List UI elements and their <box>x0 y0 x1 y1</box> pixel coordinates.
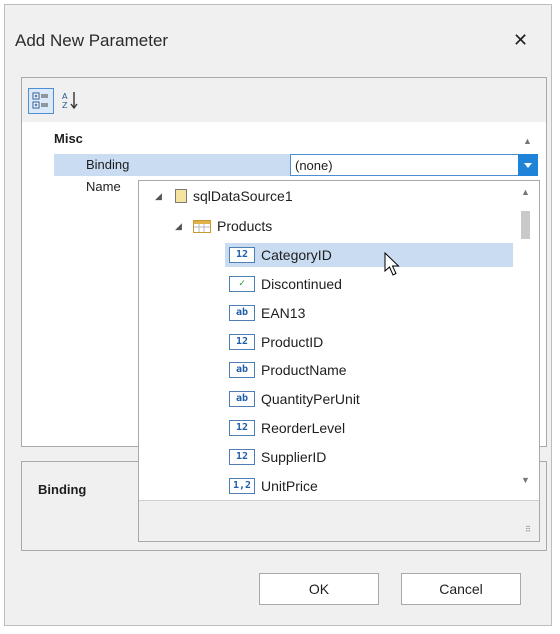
mouse-cursor-icon <box>384 252 400 276</box>
field-label: ProductID <box>261 334 324 350</box>
field-label: EAN13 <box>261 305 306 321</box>
popup-scrollbar[interactable]: ▲ ▼ <box>516 185 534 493</box>
scroll-up-icon[interactable]: ▲ <box>523 136 532 146</box>
tree-node-field[interactable]: ab EAN13 <box>225 301 513 325</box>
sort-alphabetical-icon: A Z <box>62 92 78 110</box>
boolean-type-icon: ✓ <box>229 276 255 292</box>
dropdown-button[interactable] <box>518 154 538 176</box>
collapse-icon[interactable]: ◢ <box>175 214 182 238</box>
database-icon <box>175 189 187 203</box>
property-name: Binding <box>54 154 290 176</box>
ok-button[interactable]: OK <box>259 573 379 605</box>
categorized-view-icon <box>32 92 48 109</box>
property-grid-toolbar: A Z <box>22 78 546 122</box>
popup-footer: ⠿ <box>139 500 539 541</box>
field-label: SupplierID <box>261 449 327 465</box>
scroll-down-icon[interactable]: ▼ <box>521 475 530 485</box>
numeric-type-icon: 12 <box>229 334 255 350</box>
tree-node-label: sqlDataSource1 <box>193 188 293 204</box>
dialog-title: Add New Parameter <box>15 31 169 50</box>
field-list-popup: ◢ sqlDataSource1 ◢ Products 12 CategoryI… <box>138 180 540 542</box>
svg-text:Z: Z <box>62 101 68 110</box>
field-label: UnitPrice <box>261 478 318 494</box>
field-label: ProductName <box>261 362 347 378</box>
category-label: Misc <box>54 131 83 146</box>
numeric-type-icon: 12 <box>229 247 255 263</box>
numeric-type-icon: 12 <box>229 449 255 465</box>
close-icon[interactable]: ✕ <box>513 31 528 49</box>
decimal-type-icon: 1,2 <box>229 478 255 494</box>
tree-node-label: Products <box>217 218 273 234</box>
resize-grip-icon[interactable]: ⠿ <box>525 526 535 537</box>
field-label: Discontinued <box>261 276 342 292</box>
categorized-view-button[interactable] <box>28 88 54 114</box>
scrollbar-thumb[interactable] <box>521 211 530 239</box>
svg-text:A: A <box>62 92 68 101</box>
tree-node-field[interactable]: 12 CategoryID <box>225 243 513 267</box>
binding-value-editor[interactable]: (none) <box>290 154 538 176</box>
tree-node-field[interactable]: 1,2 UnitPrice <box>225 474 513 498</box>
tree-node-table[interactable]: ◢ Products <box>153 214 523 238</box>
field-label: ReorderLevel <box>261 420 346 436</box>
description-title: Binding <box>38 482 87 497</box>
tree-node-field[interactable]: ab ProductName <box>225 358 513 382</box>
category-row[interactable]: Misc ▲ <box>30 128 538 150</box>
tree-node-field[interactable]: 12 SupplierID <box>225 445 513 469</box>
field-label: QuantityPerUnit <box>261 391 360 407</box>
tree-node-datasource[interactable]: ◢ sqlDataSource1 <box>153 184 523 208</box>
string-type-icon: ab <box>229 305 255 321</box>
property-value: (none) <box>295 158 333 173</box>
numeric-type-icon: 12 <box>229 420 255 436</box>
cancel-button[interactable]: Cancel <box>401 573 521 605</box>
tree-node-field[interactable]: ✓ Discontinued <box>225 272 513 296</box>
tree-node-field[interactable]: 12 ReorderLevel <box>225 416 513 440</box>
string-type-icon: ab <box>229 362 255 378</box>
scroll-up-icon[interactable]: ▲ <box>521 187 530 197</box>
tree-node-field[interactable]: 12 ProductID <box>225 330 513 354</box>
field-label: CategoryID <box>261 247 332 263</box>
string-type-icon: ab <box>229 391 255 407</box>
collapse-icon[interactable]: ◢ <box>155 184 162 208</box>
property-row-binding[interactable]: Binding (none) <box>30 154 538 176</box>
tree-node-field[interactable]: ab QuantityPerUnit <box>225 387 513 411</box>
sort-alphabetical-button[interactable]: A Z <box>58 88 84 114</box>
table-icon <box>193 220 211 233</box>
